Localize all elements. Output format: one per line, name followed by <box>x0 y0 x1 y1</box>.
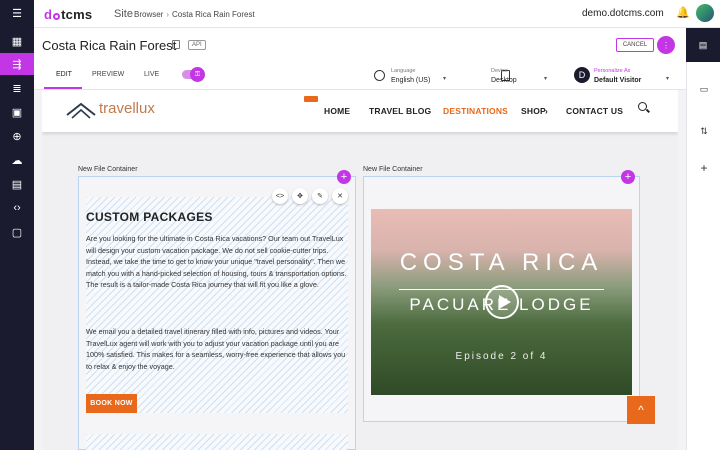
travellux-logo[interactable]: travellux <box>99 100 155 117</box>
nav-home[interactable]: HOME <box>324 106 350 116</box>
content-icon[interactable]: ≣ <box>0 77 34 99</box>
nav-destinations[interactable]: DESTINATIONS <box>443 106 508 116</box>
content-toolbar: <> ✥ ✎ ✕ <box>272 188 348 204</box>
book-now-button[interactable]: BOOK NOW <box>86 394 137 413</box>
menu-icon[interactable]: ☰ <box>0 2 34 24</box>
add-content-button-right[interactable]: + <box>621 170 635 184</box>
dashboard-icon[interactable]: ▦ <box>0 30 34 52</box>
settings-icon[interactable]: ▢ <box>0 221 34 243</box>
nav-marker <box>304 96 318 102</box>
language-value: English (US) <box>391 77 431 84</box>
copy-icon[interactable] <box>172 40 180 49</box>
play-icon[interactable] <box>485 285 519 319</box>
scroll-to-top-button[interactable]: ^ <box>627 396 655 424</box>
cloud-icon[interactable]: ☁ <box>0 149 34 171</box>
sliders-icon[interactable]: ⇅ <box>687 126 720 137</box>
breadcrumb-browser[interactable]: Browser <box>134 10 163 19</box>
video-thumbnail[interactable]: COSTA RICA PACUARE LODGE Episode 2 of 4 <box>371 209 632 395</box>
breadcrumb-separator: › <box>166 10 170 19</box>
right-panel: ▭ ⇅ + <box>686 62 720 450</box>
add-content-button-left[interactable]: + <box>337 170 351 184</box>
more-actions-button[interactable]: ⋮ <box>657 36 675 54</box>
page-properties-icon[interactable]: ▤ <box>686 28 720 62</box>
personalize-label: Personalize As <box>594 68 631 74</box>
nav-contact-us[interactable]: CONTACT US <box>566 106 623 116</box>
site-tree-icon[interactable]: ⇶ <box>0 53 34 75</box>
dotcms-logo[interactable]: d tcms <box>44 7 92 22</box>
tab-preview[interactable]: PREVIEW <box>92 71 124 78</box>
code-icon[interactable]: <> <box>272 188 288 204</box>
title-bar: Costa Rica Rain Forest API CANCEL ⋮ <box>34 28 686 62</box>
content-title: CUSTOM PACKAGES <box>86 210 213 224</box>
device-selector[interactable]: Device Desktop <box>491 67 517 85</box>
nav-shop[interactable]: SHOP <box>521 106 546 116</box>
container-label-left: New File Container <box>78 166 138 173</box>
site-host[interactable]: demo.dotcms.com <box>582 8 664 19</box>
video-episode: Episode 2 of 4 <box>455 351 548 362</box>
language-label: Language <box>391 68 416 74</box>
api-badge[interactable]: API <box>188 40 206 50</box>
rules-icon[interactable]: ⊕ <box>0 125 34 147</box>
content-block-highlight <box>86 197 348 413</box>
user-avatar[interactable] <box>696 4 714 22</box>
video-title: COSTA RICA <box>399 249 604 276</box>
site-label: Site <box>114 8 133 20</box>
bell-icon[interactable]: 🔔 <box>676 6 690 20</box>
globe-icon <box>374 70 385 81</box>
calendar-icon[interactable]: ▤ <box>0 173 34 195</box>
personalize-selector[interactable]: Personalize As Default Visitor <box>594 67 641 85</box>
language-chevron-down-icon[interactable]: ▾ <box>443 75 446 82</box>
device-value: Desktop <box>491 77 517 84</box>
tab-edit[interactable]: EDIT <box>56 71 72 78</box>
breadcrumb-page: Costa Rica Rain Forest <box>172 10 255 19</box>
personalize-value: Default Visitor <box>594 77 642 84</box>
breadcrumb: Browser › Costa Rica Rain Forest <box>134 10 255 19</box>
lock-icon[interactable]: ⚿ <box>190 67 205 82</box>
nav-travel-blog[interactable]: TRAVEL BLOG <box>369 106 431 116</box>
logo-part-a: d <box>44 7 53 22</box>
edit-icon[interactable]: ✎ <box>312 188 328 204</box>
language-selector[interactable]: Language English (US) <box>391 67 430 85</box>
persona-avatar[interactable]: D <box>574 67 590 83</box>
content-paragraph-2: We email you a detailed travel itinerary… <box>86 327 346 371</box>
active-tab-indicator <box>44 87 82 89</box>
layout-icon[interactable]: ▭ <box>687 84 720 95</box>
device-label: Device <box>491 68 508 74</box>
site-header: travellux HOME TRAVEL BLOG DESTINATIONS … <box>42 90 678 132</box>
personalize-chevron-down-icon[interactable]: ▾ <box>666 75 669 82</box>
search-icon[interactable] <box>638 102 647 111</box>
cancel-button[interactable]: CANCEL <box>616 38 654 52</box>
tab-live[interactable]: LIVE <box>144 71 159 78</box>
container-label-right: New File Container <box>363 166 423 173</box>
drag-icon[interactable]: ✥ <box>292 188 308 204</box>
add-icon[interactable]: + <box>687 161 720 175</box>
logo-dot-icon <box>53 13 61 20</box>
left-nav: ☰ ▦ ⇶ ≣ ▣ ⊕ ☁ ▤ ‹› ▢ <box>0 0 34 450</box>
image-icon[interactable]: ▣ <box>0 101 34 123</box>
page-canvas: travellux HOME TRAVEL BLOG DESTINATIONS … <box>42 90 678 450</box>
nav-shop-chevron-icon[interactable]: › <box>545 106 548 116</box>
content-paragraph-1: Are you looking for the ultimate in Cost… <box>86 234 347 290</box>
content-block-next <box>86 434 348 450</box>
close-icon[interactable]: ✕ <box>332 188 348 204</box>
page-title: Costa Rica Rain Forest <box>42 38 177 53</box>
device-chevron-down-icon[interactable]: ▾ <box>544 75 547 82</box>
mode-bar: EDIT PREVIEW LIVE ⚿ Language English (US… <box>34 62 686 90</box>
logo-part-b: tcms <box>61 7 93 22</box>
travellux-logo-icon <box>66 102 96 119</box>
top-bar: d tcms Site Browser › Costa Rica Rain Fores… <box>34 0 720 28</box>
code-icon[interactable]: ‹› <box>0 197 34 219</box>
